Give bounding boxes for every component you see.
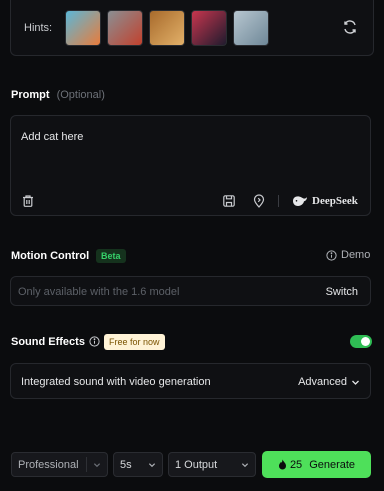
demo-label: Demo	[341, 249, 371, 261]
motion-placeholder: Only available with the 1.6 model	[18, 286, 180, 298]
save-prompt-button[interactable]	[221, 193, 237, 209]
prompt-optional: (Optional)	[56, 89, 105, 101]
prompt-box[interactable]: Add cat here DeepSeek	[10, 115, 371, 216]
trash-icon	[23, 195, 33, 207]
save-icon	[223, 195, 235, 207]
hint-thumb-2[interactable]	[107, 10, 143, 46]
chevron-down-icon	[148, 463, 156, 468]
chevron-down-icon	[241, 463, 249, 468]
sound-toggle-knob	[361, 337, 370, 346]
refresh-icon	[344, 20, 356, 34]
location-icon	[253, 194, 265, 208]
chevron-down-icon	[352, 380, 359, 385]
deepseek-label: DeepSeek	[312, 195, 358, 207]
mode-divider	[86, 457, 87, 472]
enhance-prompt-button[interactable]	[251, 193, 267, 209]
info-icon	[326, 249, 337, 261]
switch-button[interactable]: Switch	[326, 286, 358, 298]
generate-cost: 25	[289, 458, 303, 471]
divider	[278, 195, 279, 207]
output-count-value: 1 Output	[175, 458, 218, 471]
hint-thumb-1[interactable]	[65, 10, 101, 46]
motion-control-title: Motion Control	[11, 250, 90, 262]
refresh-hints-button[interactable]	[341, 18, 359, 36]
hint-thumb-3[interactable]	[149, 10, 185, 46]
info-icon	[89, 336, 100, 347]
prompt-heading: Prompt (Optional)	[11, 89, 105, 101]
clear-prompt-button[interactable]	[20, 193, 36, 209]
sound-toggle[interactable]	[350, 335, 372, 348]
sound-settings-row: Integrated sound with video generation A…	[10, 363, 371, 399]
generate-label: Generate	[309, 458, 356, 471]
demo-link[interactable]: Demo	[326, 249, 370, 261]
generate-button[interactable]: 25 Generate	[262, 451, 371, 478]
deepseek-button[interactable]: DeepSeek	[292, 193, 358, 209]
sound-description: Integrated sound with video generation	[21, 376, 211, 388]
mode-select[interactable]: Professional	[11, 452, 108, 477]
credits-icon	[278, 459, 286, 470]
sound-effects-title: Sound Effects	[11, 336, 85, 348]
hints-card: Hints:	[10, 0, 374, 56]
free-badge: Free for now	[104, 334, 165, 350]
duration-value: 5s	[120, 458, 132, 471]
prompt-text[interactable]: Add cat here	[21, 131, 83, 143]
deepseek-whale-icon	[293, 196, 307, 206]
advanced-label: Advanced	[298, 376, 347, 388]
prompt-title: Prompt	[11, 89, 50, 101]
duration-select[interactable]: 5s	[113, 452, 163, 477]
hint-thumb-4[interactable]	[191, 10, 227, 46]
hint-thumb-5[interactable]	[233, 10, 269, 46]
sound-info-button[interactable]	[89, 336, 100, 347]
chevron-down-icon	[93, 463, 101, 468]
beta-badge: Beta	[96, 249, 126, 263]
advanced-dropdown[interactable]: Advanced	[298, 376, 360, 388]
output-count-select[interactable]: 1 Output	[168, 452, 256, 477]
mode-value: Professional	[18, 458, 79, 471]
hints-label: Hints:	[24, 22, 53, 34]
motion-control-field: Only available with the 1.6 model Switch	[10, 276, 371, 306]
